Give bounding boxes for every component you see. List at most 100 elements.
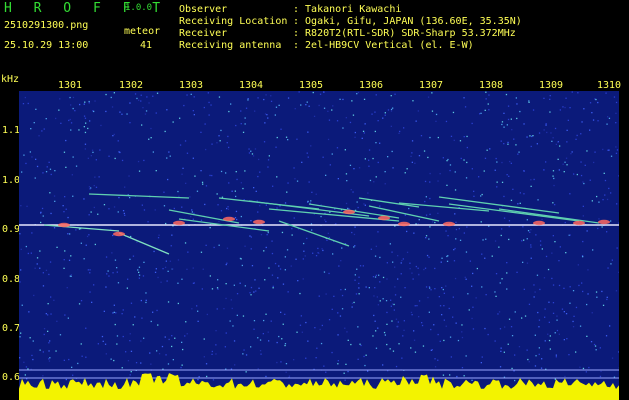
noise-dot: [435, 113, 438, 116]
noise-dot: [112, 312, 114, 314]
info-label: Receiving Location: [179, 16, 288, 27]
noise-dot: [110, 96, 112, 99]
noise-dot: [192, 157, 194, 159]
noise-dot: [372, 335, 374, 337]
noise-dot: [391, 251, 393, 253]
noise-dot: [141, 124, 143, 126]
noise-dot: [163, 205, 166, 207]
noise-dot: [354, 136, 356, 138]
noise-dot: [556, 319, 558, 321]
noise-dot: [418, 273, 420, 276]
noise-dot: [190, 216, 192, 218]
noise-dot: [55, 117, 57, 120]
noise-dot: [354, 274, 356, 276]
noise-dot: [454, 247, 456, 250]
noise-dot: [425, 214, 428, 216]
noise-dot: [274, 262, 277, 265]
noise-dot: [81, 355, 83, 357]
noise-dot: [353, 233, 356, 236]
noise-dot: [610, 155, 613, 157]
noise-dot: [323, 107, 326, 109]
noise-dot: [265, 94, 267, 96]
noise-dot: [205, 148, 207, 151]
noise-dot: [605, 92, 607, 94]
noise-dot: [262, 333, 264, 335]
noise-dot: [526, 219, 528, 221]
noise-dot: [488, 94, 490, 96]
noise-dot: [530, 145, 532, 148]
noise-dot: [430, 349, 432, 351]
noise-dot: [225, 283, 227, 285]
noise-dot: [475, 297, 477, 299]
noise-dot: [543, 277, 546, 279]
noise-dot: [271, 274, 274, 276]
noise-dot: [244, 170, 246, 172]
noise-dot: [510, 162, 512, 164]
noise-dot: [197, 320, 199, 322]
noise-dot: [225, 172, 227, 174]
noise-dot: [318, 252, 320, 254]
noise-dot: [429, 172, 431, 175]
noise-dot: [566, 338, 568, 340]
noise-dot: [610, 220, 612, 222]
noise-dot: [368, 287, 370, 289]
noise-dot: [83, 115, 86, 117]
noise-dot: [296, 331, 298, 333]
noise-dot: [181, 341, 183, 343]
noise-dot: [466, 146, 468, 149]
noise-dot: [434, 221, 436, 224]
noise-dot: [78, 129, 80, 131]
noise-dot: [230, 299, 232, 301]
noise-dot: [379, 256, 381, 259]
noise-dot: [603, 172, 605, 174]
noise-dot: [90, 211, 92, 213]
noise-dot: [240, 258, 242, 260]
noise-dot: [232, 325, 234, 327]
noise-dot: [374, 320, 376, 322]
noise-dot: [516, 117, 518, 120]
noise-dot: [45, 171, 48, 173]
noise-dot: [295, 258, 297, 260]
noise-dot: [305, 357, 307, 359]
noise-dot: [346, 180, 348, 182]
noise-dot: [26, 205, 28, 207]
noise-dot: [460, 157, 462, 160]
noise-dot: [320, 342, 323, 345]
noise-dot: [420, 135, 423, 137]
noise-dot: [129, 374, 131, 376]
noise-dot: [110, 358, 112, 360]
noise-dot: [340, 260, 342, 262]
noise-dot: [571, 91, 573, 93]
noise-dot: [307, 340, 309, 342]
noise-dot: [306, 237, 308, 240]
x-tick-label: 1305: [299, 80, 324, 91]
noise-dot: [47, 303, 49, 305]
noise-dot: [70, 129, 72, 131]
noise-dot: [394, 286, 396, 288]
noise-dot: [150, 137, 152, 139]
noise-dot: [325, 293, 327, 295]
info-value: : R820T2(RTL-SDR) SDR-Sharp 53.372MHz: [293, 28, 516, 39]
noise-dot: [465, 278, 467, 280]
noise-dot: [611, 259, 613, 261]
noise-dot: [538, 319, 541, 321]
noise-dot: [121, 367, 123, 369]
noise-dot: [583, 182, 585, 185]
noise-dot: [344, 149, 346, 151]
noise-dot: [454, 189, 457, 191]
noise-dot: [416, 305, 418, 307]
noise-dot: [113, 359, 115, 362]
noise-dot: [450, 356, 452, 358]
noise-dot: [609, 325, 611, 327]
meteor-label: meteor: [124, 26, 161, 37]
noise-dot: [46, 166, 48, 168]
noise-dot: [397, 255, 399, 257]
noise-dot: [226, 262, 228, 264]
noise-dot: [105, 353, 107, 355]
noise-dot: [225, 297, 227, 300]
noise-dot: [278, 104, 280, 106]
noise-dot: [48, 161, 50, 163]
noise-dot: [110, 228, 112, 230]
noise-dot: [438, 296, 440, 298]
noise-dot: [386, 262, 388, 264]
